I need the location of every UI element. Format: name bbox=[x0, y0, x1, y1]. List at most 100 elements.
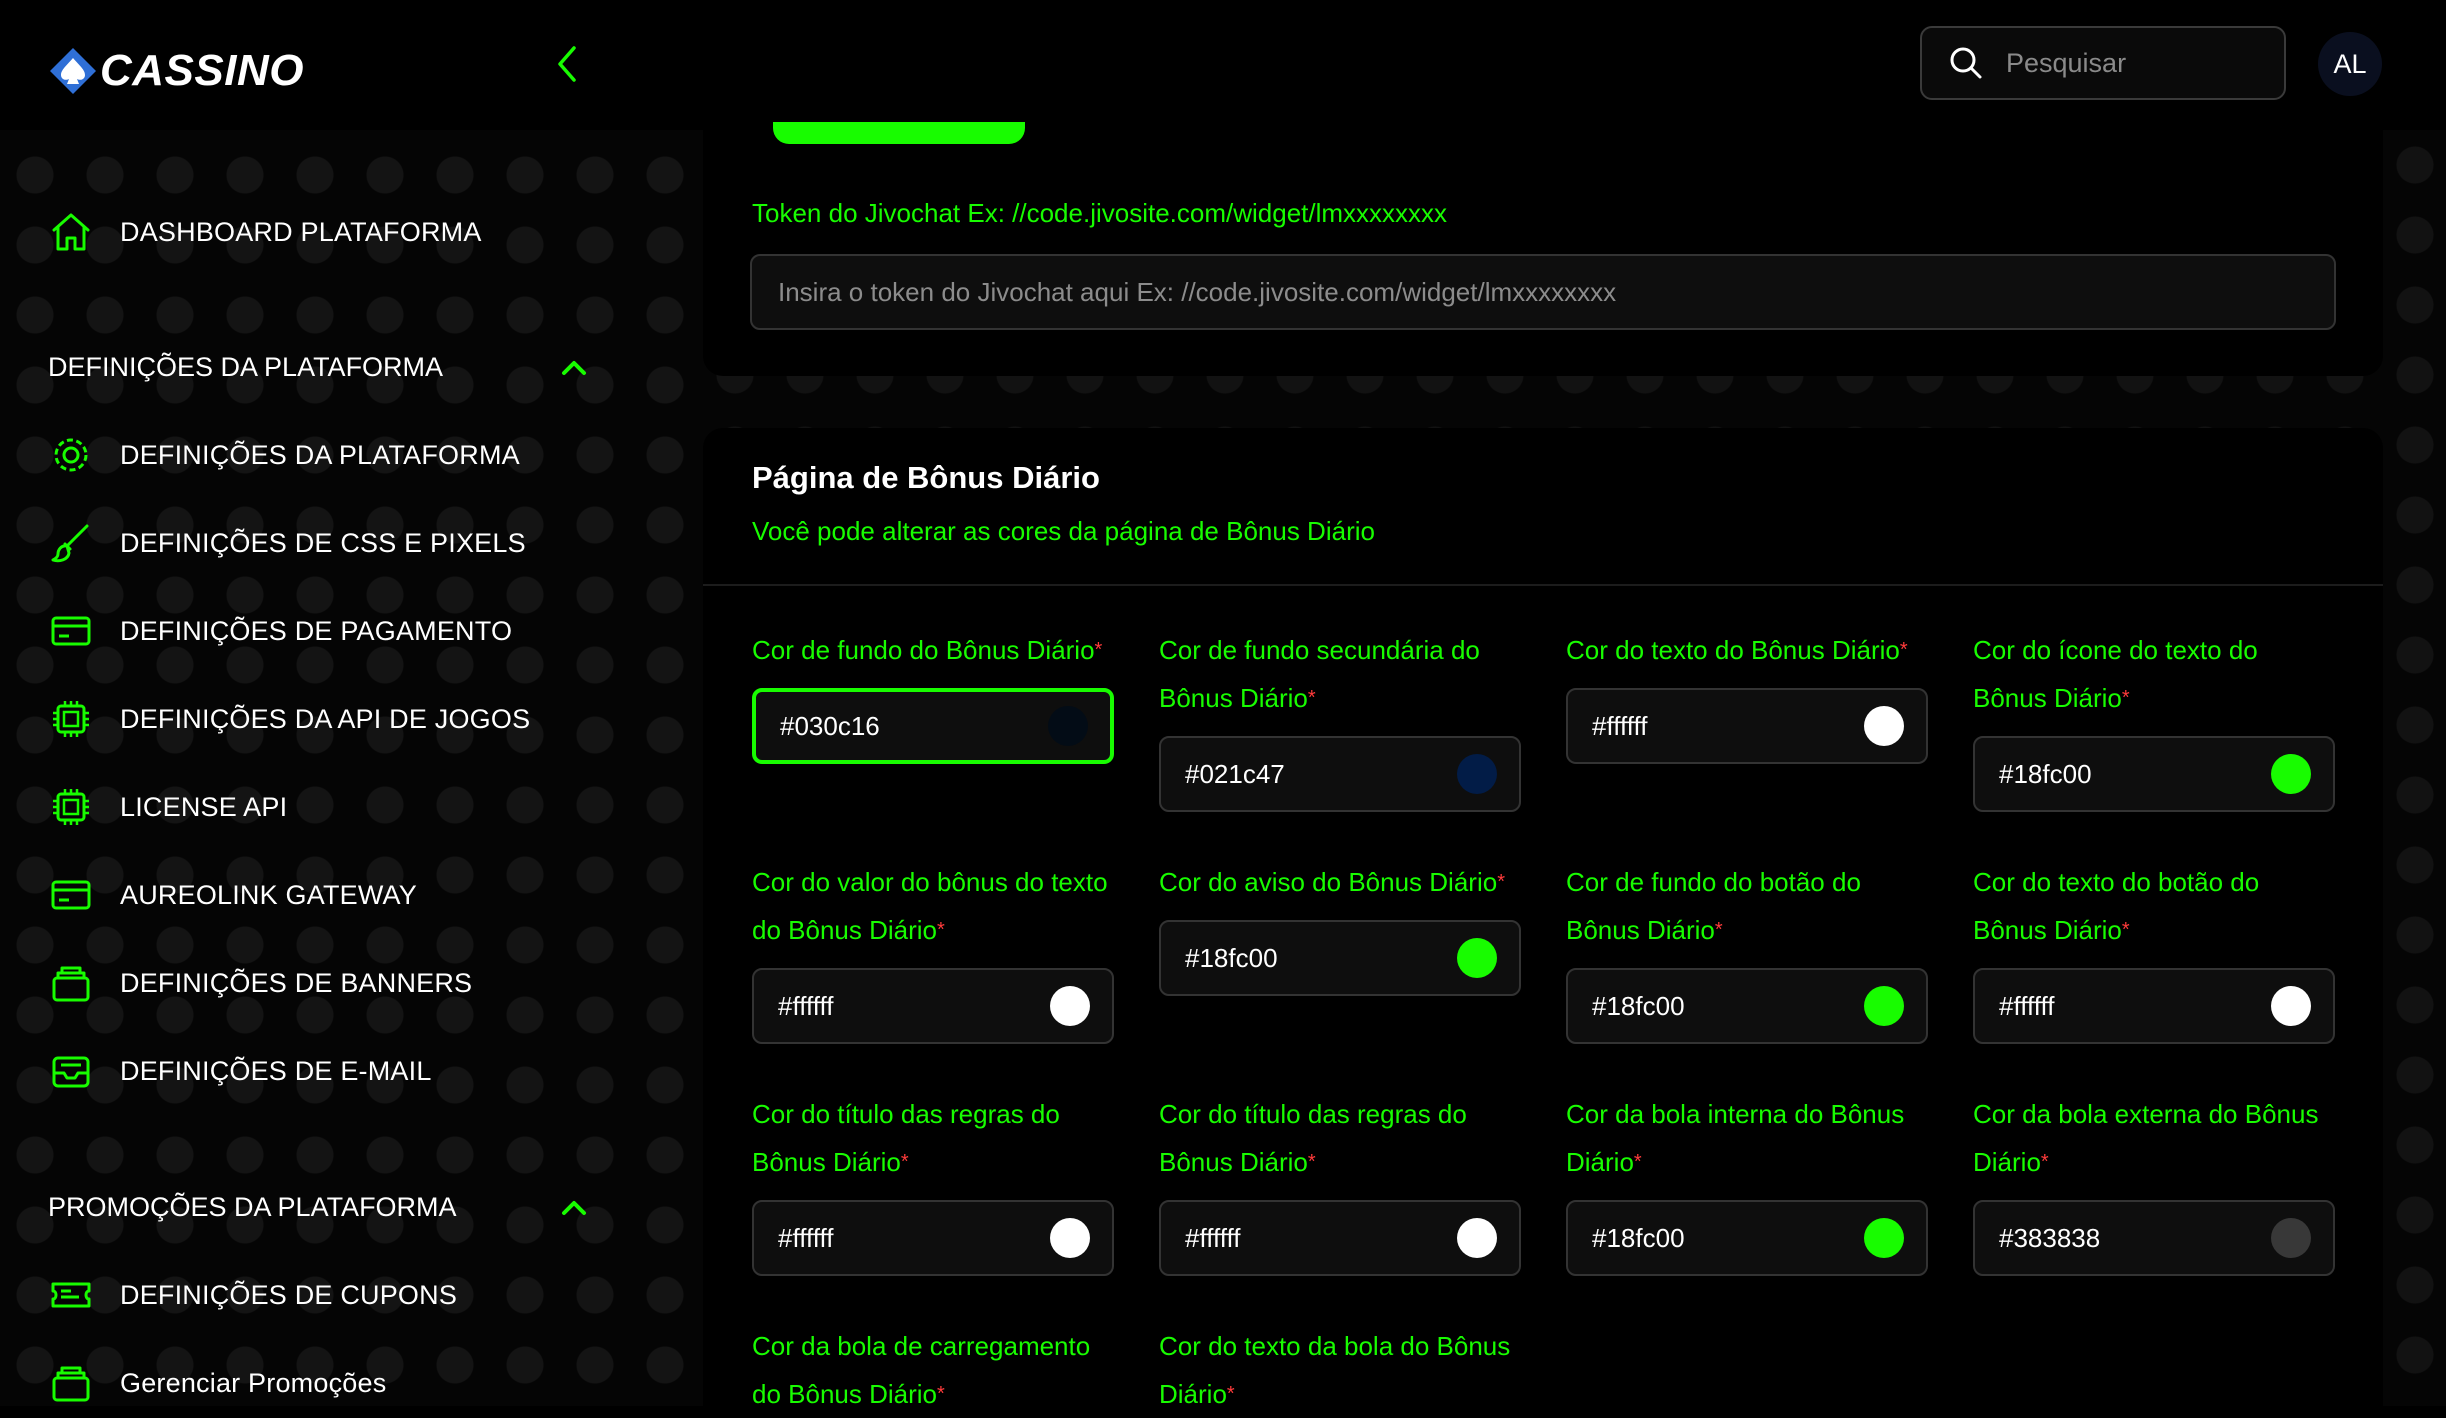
color-field-label-text: Cor do aviso do Bônus Diário bbox=[1159, 867, 1498, 897]
color-input[interactable]: #030c16 bbox=[752, 688, 1114, 764]
sidebar-item-aureolink-gateway[interactable]: AUREOLINK GATEWAY bbox=[48, 865, 417, 925]
color-input[interactable]: #ffffff bbox=[1973, 968, 2335, 1044]
sidebar-item-payment[interactable]: DEFINIÇÕES DE PAGAMENTO bbox=[48, 601, 512, 661]
gear-icon bbox=[48, 432, 94, 478]
color-field-label: Cor do texto do botão do Bônus Diário* bbox=[1973, 858, 2335, 954]
sidebar-item-css-pixels[interactable]: DEFINIÇÕES DE CSS E PIXELS bbox=[48, 513, 526, 573]
color-input[interactable]: #18fc00 bbox=[1566, 1200, 1928, 1276]
required-mark: * bbox=[1307, 687, 1316, 709]
color-field-label-text: Cor de fundo do Bônus Diário bbox=[752, 635, 1095, 665]
color-input[interactable]: #18fc00 bbox=[1159, 920, 1521, 996]
color-swatch[interactable] bbox=[1050, 986, 1090, 1026]
section-label: PROMOÇÕES DA PLATAFORMA bbox=[48, 1191, 457, 1222]
color-swatch[interactable] bbox=[1864, 706, 1904, 746]
save-button-partial[interactable] bbox=[773, 122, 1025, 144]
color-input-value: #ffffff bbox=[778, 1222, 834, 1253]
color-input-value: #ffffff bbox=[1592, 710, 1648, 741]
color-swatch[interactable] bbox=[1457, 754, 1497, 794]
brand-name: CASSINO bbox=[100, 46, 304, 95]
required-mark: * bbox=[1094, 639, 1103, 661]
color-swatch[interactable] bbox=[1864, 1218, 1904, 1258]
color-field-label: Cor de fundo do botão do Bônus Diário* bbox=[1566, 858, 1928, 954]
color-input[interactable]: #383838 bbox=[1973, 1200, 2335, 1276]
color-field: Cor de fundo do Bônus Diário* #030c16 bbox=[752, 626, 1114, 764]
sidebar-item-banners[interactable]: DEFINIÇÕES DE BANNERS bbox=[48, 953, 472, 1013]
chevron-up-icon bbox=[562, 361, 586, 375]
jivochat-token-label: Token do Jivochat Ex: //code.jivosite.co… bbox=[752, 198, 1448, 228]
chevron-up-icon bbox=[562, 1201, 586, 1215]
color-field-label-text: Cor do texto do botão do Bônus Diário bbox=[1973, 867, 2260, 945]
inbox-icon bbox=[48, 1048, 94, 1094]
sidebar-item-label: DEFINIÇÕES DE CUPONS bbox=[120, 1279, 458, 1310]
collapse-sidebar-chevron-left-icon[interactable] bbox=[552, 42, 582, 86]
required-mark: * bbox=[1714, 919, 1723, 941]
color-field: Cor da bola interna do Bônus Diário* #18f… bbox=[1566, 1090, 1928, 1276]
brand-logo[interactable]: CASSINO bbox=[48, 44, 304, 98]
color-field-label-text: Cor do ícone do texto do Bônus Diário bbox=[1973, 635, 2258, 713]
home-icon bbox=[48, 209, 94, 255]
required-mark: * bbox=[1497, 871, 1505, 893]
jivochat-card bbox=[703, 130, 2383, 376]
color-input[interactable]: #18fc00 bbox=[1973, 736, 2335, 812]
color-swatch[interactable] bbox=[1457, 1218, 1497, 1258]
color-swatch[interactable] bbox=[1048, 706, 1088, 746]
required-mark: * bbox=[1307, 1151, 1316, 1173]
color-swatch[interactable] bbox=[2271, 754, 2311, 794]
required-mark: * bbox=[1226, 1383, 1235, 1405]
color-field-label: Cor do título das regras do Bônus Diário… bbox=[752, 1090, 1114, 1186]
color-input[interactable]: #ffffff bbox=[752, 1200, 1114, 1276]
color-input-value: #030c16 bbox=[780, 710, 880, 741]
color-field-label-text: Cor do valor do bônus do texto do Bônus … bbox=[752, 867, 1108, 945]
color-swatch[interactable] bbox=[1864, 986, 1904, 1026]
sidebar-item-games-api[interactable]: DEFINIÇÕES DA API DE JOGOS bbox=[48, 689, 530, 749]
color-field-label-text: Cor de fundo do botão do Bônus Diário bbox=[1566, 867, 1861, 945]
sidebar-item-license-api[interactable]: LICENSE API bbox=[48, 777, 287, 837]
color-field-label-text: Cor da bola de carregamento do Bônus Diá… bbox=[752, 1331, 1091, 1409]
daily-bonus-title: Página de Bônus Diário bbox=[752, 460, 1100, 495]
color-input-value: #18fc00 bbox=[1999, 758, 2092, 789]
sidebar-item-dashboard[interactable]: DASHBOARD PLATAFORMA bbox=[48, 202, 482, 262]
sidebar-section-promotions[interactable]: PROMOÇÕES DA PLATAFORMA bbox=[48, 1182, 588, 1232]
color-input-value: #ffffff bbox=[1185, 1222, 1241, 1253]
sidebar-item-platform-settings[interactable]: DEFINIÇÕES DA PLATAFORMA bbox=[48, 425, 520, 485]
color-input[interactable]: #18fc00 bbox=[1566, 968, 1928, 1044]
search-input[interactable] bbox=[2004, 46, 2268, 80]
chip-icon bbox=[48, 784, 94, 830]
color-input[interactable]: #ffffff bbox=[1566, 688, 1928, 764]
color-swatch[interactable] bbox=[1457, 938, 1497, 978]
sidebar-item-coupons[interactable]: DEFINIÇÕES DE CUPONS bbox=[48, 1265, 457, 1325]
color-swatch[interactable] bbox=[2271, 1218, 2311, 1258]
jivochat-token-input[interactable] bbox=[750, 254, 2336, 330]
color-field: Cor de fundo do botão do Bônus Diário* #1… bbox=[1566, 858, 1928, 1044]
color-field-label: Cor da bola externa do Bônus Diário* bbox=[1973, 1090, 2335, 1186]
color-input[interactable]: #ffffff bbox=[752, 968, 1114, 1044]
color-swatch[interactable] bbox=[2271, 986, 2311, 1026]
sidebar-item-manage-promotions[interactable]: Gerenciar Promoções bbox=[48, 1353, 386, 1413]
sidebar-section-platform-settings[interactable]: DEFINIÇÕES DA PLATAFORMA bbox=[48, 342, 588, 392]
stack-icon bbox=[48, 1360, 94, 1406]
required-mark: * bbox=[2121, 687, 2130, 709]
color-swatch[interactable] bbox=[1050, 1218, 1090, 1258]
section-label: DEFINIÇÕES DA PLATAFORMA bbox=[48, 351, 444, 382]
sidebar-item-label: DEFINIÇÕES DE CSS E PIXELS bbox=[120, 527, 526, 558]
chip-icon bbox=[48, 696, 94, 742]
color-input-value: #18fc00 bbox=[1592, 990, 1685, 1021]
color-field: Cor do título das regras do Bônus Diário… bbox=[1159, 1090, 1521, 1276]
color-field-label: Cor da bola interna do Bônus Diário* bbox=[1566, 1090, 1928, 1186]
color-input[interactable]: #ffffff bbox=[1159, 1200, 1521, 1276]
color-field-label-text: Cor da bola externa do Bônus Diário bbox=[1973, 1099, 2319, 1177]
avatar[interactable]: AL bbox=[2318, 32, 2382, 96]
sidebar-item-email[interactable]: DEFINIÇÕES DE E-MAIL bbox=[48, 1041, 432, 1101]
color-field-label-text: Cor da bola interna do Bônus Diário bbox=[1566, 1099, 1905, 1177]
color-input[interactable]: #021c47 bbox=[1159, 736, 1521, 812]
color-field: Cor de fundo secundária do Bônus Diário*… bbox=[1159, 626, 1521, 812]
brush-icon bbox=[48, 520, 94, 566]
sidebar-item-label: DEFINIÇÕES DA PLATAFORMA bbox=[120, 439, 520, 470]
color-input-value: #ffffff bbox=[1999, 990, 2055, 1021]
sidebar-item-label: DEFINIÇÕES DE PAGAMENTO bbox=[120, 615, 513, 646]
color-field-label: Cor do texto da bola do Bônus Diário* bbox=[1159, 1322, 1521, 1418]
required-mark: * bbox=[2040, 1151, 2049, 1173]
color-field: Cor do texto da bola do Bônus Diário* bbox=[1159, 1322, 1521, 1418]
color-field: Cor do texto do botão do Bônus Diário* #f… bbox=[1973, 858, 2335, 1044]
search-box[interactable] bbox=[1920, 26, 2286, 100]
